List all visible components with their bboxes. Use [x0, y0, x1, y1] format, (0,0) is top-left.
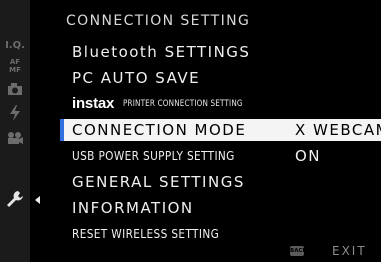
menu-item-label: Bluetooth SETTINGS — [72, 43, 251, 61]
movie-icon[interactable] — [4, 129, 26, 147]
menu-item-usb-power-supply[interactable]: USB POWER SUPPLY SETTING ON — [60, 145, 381, 167]
instax-logo: instax — [72, 95, 115, 112]
af-mf-tab-label: AF MF — [9, 58, 21, 74]
menu-item-bluetooth-settings[interactable]: Bluetooth SETTINGS — [60, 41, 381, 63]
sidebar-active-arrow-icon — [35, 196, 40, 204]
menu-item-label: PRINTER CONNECTION SETTING — [123, 99, 243, 109]
menu-item-label: CONNECTION MODE — [72, 121, 247, 139]
menu-item-label: GENERAL SETTINGS — [72, 173, 245, 191]
wrench-icon[interactable] — [4, 190, 26, 208]
sidebar: I.Q. AF MF — [0, 0, 30, 262]
menu-item-label: USB POWER SUPPLY SETTING — [72, 149, 235, 163]
menu-item-instax-printer-connection[interactable]: instax PRINTER CONNECTION SETTING — [60, 93, 381, 115]
menu-item-connection-mode[interactable]: CONNECTION MODE X WEBCAM — [60, 119, 381, 141]
back-button-badge[interactable]: BACK — [290, 246, 307, 256]
menu-item-pc-auto-save[interactable]: PC AUTO SAVE — [60, 67, 381, 89]
menu-item-label: INFORMATION — [72, 199, 194, 217]
menu-item-value: ON — [295, 147, 322, 165]
menu-item-label: PC AUTO SAVE — [72, 69, 201, 87]
image-quality-icon[interactable]: I.Q. — [4, 37, 26, 55]
menu-item-label: RESET WIRELESS SETTING — [72, 227, 220, 241]
menu-item-information[interactable]: INFORMATION — [60, 197, 381, 219]
image-quality-tab-label: I.Q. — [5, 40, 25, 51]
camera-icon[interactable] — [4, 80, 26, 98]
menu-item-reset-wireless[interactable]: RESET WIRELESS SETTING — [60, 223, 381, 245]
selection-cursor — [60, 119, 64, 141]
flash-icon[interactable] — [4, 104, 26, 122]
exit-label: EXIT — [332, 244, 367, 258]
page-title: CONNECTION SETTING — [66, 13, 251, 29]
af-mf-icon[interactable]: AF MF — [4, 58, 26, 76]
menu-item-value: X WEBCAM — [295, 121, 381, 139]
menu-item-general-settings[interactable]: GENERAL SETTINGS — [60, 171, 381, 193]
